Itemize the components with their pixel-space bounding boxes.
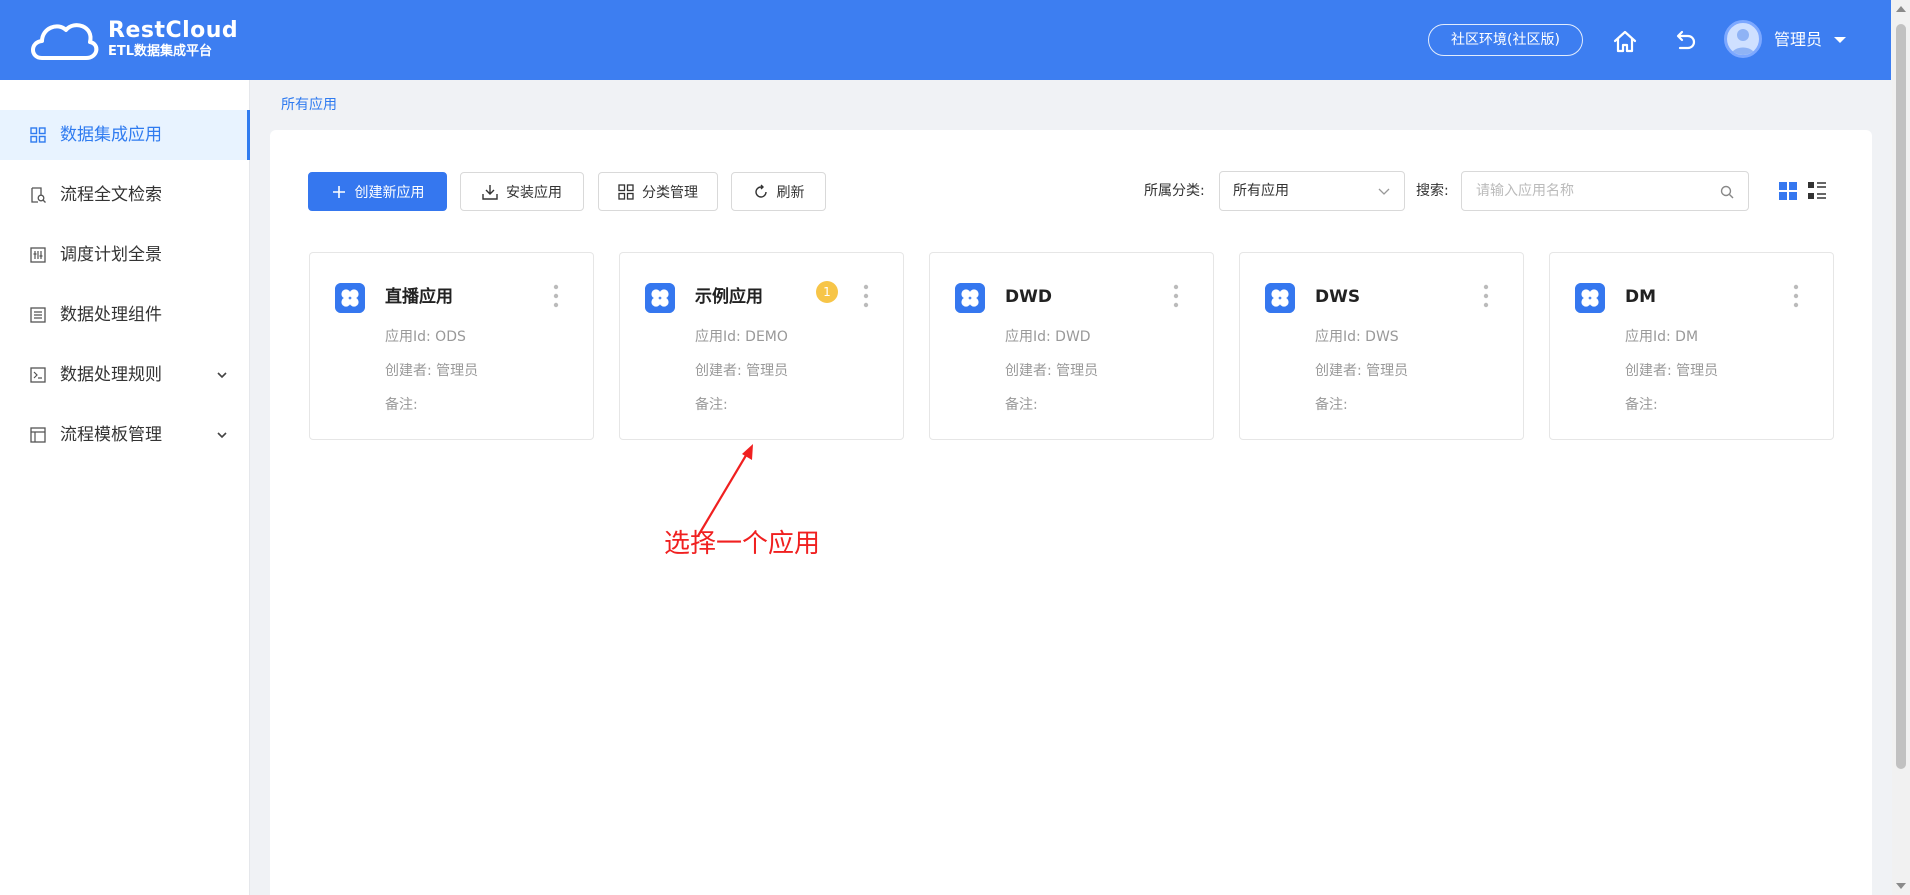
- sidebar: 数据集成应用 流程全文检索 调度计划全景 数据处理组件 数据处理规则 流程模板管…: [0, 80, 250, 895]
- sidebar-item-label: 流程模板管理: [60, 425, 162, 445]
- app-card[interactable]: DWD 应用Id: DWD 创建者: 管理员 备注:: [929, 252, 1214, 440]
- sidebar-item-label: 调度计划全景: [60, 245, 162, 265]
- category-select[interactable]: 所有应用: [1219, 171, 1405, 211]
- category-select-value: 所有应用: [1233, 183, 1289, 199]
- install-app-label: 安装应用: [506, 184, 562, 201]
- category-filter-label: 所属分类:: [1144, 183, 1205, 199]
- app-title: 直播应用: [385, 287, 453, 307]
- home-icon[interactable]: [1610, 26, 1640, 56]
- annotation-arrow-icon: [697, 444, 753, 537]
- app-id: 应用Id: DEMO: [695, 329, 788, 345]
- annotation-text: 选择一个应用: [664, 529, 821, 559]
- brand-subtitle: ETL数据集成平台: [108, 44, 213, 59]
- app-card[interactable]: DWS 应用Id: DWS 创建者: 管理员 备注:: [1239, 252, 1524, 440]
- app-id: 应用Id: DWS: [1315, 329, 1399, 345]
- list-view-icon[interactable]: [1808, 182, 1826, 200]
- scroll-up-icon[interactable]: [1896, 6, 1906, 12]
- app-title: DWD: [1005, 287, 1052, 307]
- app-creator: 创建者: 管理员: [1315, 363, 1409, 379]
- app-note: 备注:: [1005, 397, 1038, 413]
- app-title: DM: [1625, 287, 1657, 307]
- app-creator: 创建者: 管理员: [1625, 363, 1719, 379]
- install-app-button[interactable]: 安装应用: [460, 172, 584, 211]
- user-name[interactable]: 管理员: [1774, 29, 1822, 51]
- app-creator: 创建者: 管理员: [1005, 363, 1099, 379]
- sidebar-item-data-integration-apps[interactable]: 数据集成应用: [0, 110, 250, 160]
- app-clover-icon: [955, 283, 985, 313]
- sidebar-item-label: 流程全文检索: [60, 185, 162, 205]
- sidebar-item-label: 数据处理组件: [60, 305, 162, 325]
- card-view-icon[interactable]: [1779, 182, 1797, 200]
- sidebar-item-processing-components[interactable]: 数据处理组件: [0, 290, 250, 340]
- sidebar-item-label: 数据处理规则: [60, 365, 162, 385]
- app-clover-icon: [335, 283, 365, 313]
- notification-badge: 1: [816, 281, 838, 303]
- more-vertical-icon[interactable]: [550, 283, 562, 309]
- brand-name: RestCloud: [108, 18, 239, 43]
- create-app-label: 创建新应用: [354, 184, 425, 201]
- category-management-button[interactable]: 分类管理: [598, 172, 718, 211]
- grid-icon: [618, 183, 634, 200]
- doc-search-icon: [31, 187, 46, 203]
- create-app-button[interactable]: 创建新应用: [308, 172, 447, 211]
- restcloud-logo-icon: [31, 23, 99, 60]
- chevron-down-icon: [1378, 188, 1390, 195]
- avatar[interactable]: [1724, 20, 1762, 58]
- app-card[interactable]: DM 应用Id: DM 创建者: 管理员 备注:: [1549, 252, 1834, 440]
- more-vertical-icon[interactable]: [1790, 283, 1802, 309]
- search-label: 搜索:: [1416, 183, 1449, 199]
- user-avatar-icon: [1731, 29, 1755, 55]
- refresh-icon: [754, 184, 767, 198]
- plus-icon: [332, 185, 345, 198]
- category-management-label: 分类管理: [642, 184, 698, 201]
- search-input[interactable]: [1476, 172, 1716, 210]
- app-note: 备注:: [1315, 397, 1348, 413]
- app-title: 示例应用: [695, 287, 763, 307]
- main-panel: [270, 130, 1872, 895]
- app-creator: 创建者: 管理员: [695, 363, 789, 379]
- refresh-button[interactable]: 刷新: [731, 172, 826, 211]
- app-title: DWS: [1315, 287, 1361, 307]
- more-vertical-icon[interactable]: [1480, 283, 1492, 309]
- sidebar-item-template-management[interactable]: 流程模板管理: [0, 410, 250, 460]
- template-icon: [30, 427, 46, 443]
- search-icon[interactable]: [1720, 185, 1734, 199]
- terminal-icon: [30, 367, 46, 383]
- sidebar-item-process-search[interactable]: 流程全文检索: [0, 170, 250, 220]
- user-caret-icon[interactable]: [1834, 37, 1846, 43]
- more-vertical-icon[interactable]: [860, 283, 872, 309]
- refresh-label: 刷新: [776, 184, 805, 201]
- scroll-thumb[interactable]: [1896, 24, 1906, 769]
- app-creator: 创建者: 管理员: [385, 363, 479, 379]
- undo-icon[interactable]: [1670, 26, 1700, 56]
- sidebar-item-schedule-overview[interactable]: 调度计划全景: [0, 230, 250, 280]
- app-clover-icon: [1265, 283, 1295, 313]
- chevron-down-icon[interactable]: [216, 429, 228, 441]
- app-card[interactable]: 示例应用 1 应用Id: DEMO 创建者: 管理员 备注:: [619, 252, 904, 440]
- vertical-scrollbar[interactable]: [1892, 0, 1910, 895]
- sidebar-item-label: 数据集成应用: [60, 125, 162, 145]
- scroll-down-icon[interactable]: [1896, 883, 1906, 889]
- list-icon: [30, 307, 46, 323]
- app-id: 应用Id: DM: [1625, 329, 1699, 345]
- breadcrumb[interactable]: 所有应用: [281, 95, 337, 115]
- brand: RestCloud ETL数据集成平台: [108, 18, 238, 60]
- app-note: 备注:: [1625, 397, 1658, 413]
- environment-badge[interactable]: 社区环境(社区版): [1428, 24, 1583, 56]
- app-id: 应用Id: DWD: [1005, 329, 1091, 345]
- chevron-down-icon[interactable]: [216, 369, 228, 381]
- app-id: 应用Id: ODS: [385, 329, 466, 345]
- sidebar-item-processing-rules[interactable]: 数据处理规则: [0, 350, 250, 400]
- search-box: [1461, 171, 1749, 211]
- app-note: 备注:: [695, 397, 728, 413]
- app-clover-icon: [645, 283, 675, 313]
- app-clover-icon: [1575, 283, 1605, 313]
- more-vertical-icon[interactable]: [1170, 283, 1182, 309]
- top-header: RestCloud ETL数据集成平台 社区环境(社区版) 管理员: [0, 0, 1891, 80]
- download-icon: [482, 184, 498, 200]
- app-note: 备注:: [385, 397, 418, 413]
- app-card[interactable]: 直播应用 应用Id: ODS 创建者: 管理员 备注:: [309, 252, 594, 440]
- grid-icon: [30, 127, 46, 143]
- schedule-icon: [30, 247, 46, 263]
